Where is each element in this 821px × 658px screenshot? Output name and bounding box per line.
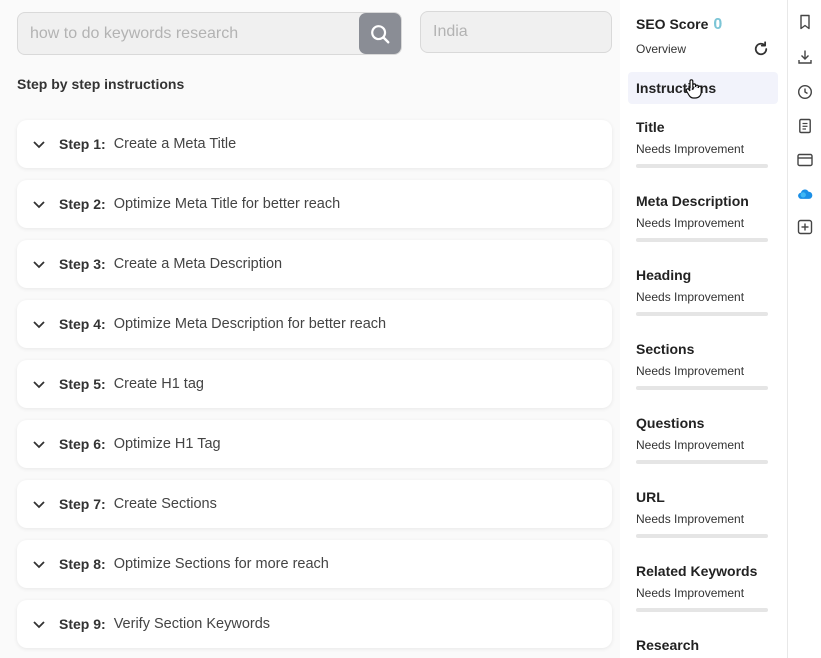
- category-meta-description[interactable]: Meta Description Needs Improvement: [636, 193, 770, 242]
- add-square-icon[interactable]: [797, 219, 813, 235]
- step-number: Step 6:: [59, 436, 106, 452]
- step-item-7[interactable]: Step 7: Create Sections: [17, 480, 612, 528]
- category-status: Needs Improvement: [636, 586, 745, 600]
- step-text: Optimize Meta Description for better rea…: [113, 316, 387, 332]
- category-name: Heading: [636, 267, 692, 283]
- step-text: Create a Meta Title: [113, 136, 237, 152]
- step-text: Optimize Sections for more reach: [113, 556, 329, 572]
- category-progress-bar: [636, 164, 768, 168]
- seo-score-label: SEO Score: [636, 16, 709, 32]
- step-item-4[interactable]: Step 4: Optimize Meta Description for be…: [17, 300, 612, 348]
- category-title[interactable]: Title Needs Improvement: [636, 119, 770, 168]
- step-number: Step 9:: [59, 616, 106, 632]
- category-progress-bar: [636, 608, 768, 612]
- step-text: Create Sections: [113, 496, 217, 512]
- bookmark-icon[interactable]: [797, 14, 813, 30]
- chevron-down-icon: [32, 257, 46, 271]
- category-url[interactable]: URL Needs Improvement: [636, 489, 770, 538]
- section-heading: Step by step instructions: [17, 76, 185, 92]
- category-progress-bar: [636, 460, 768, 464]
- refresh-icon[interactable]: [752, 40, 770, 58]
- country-input[interactable]: [421, 12, 611, 52]
- seo-score-value: 0: [713, 16, 723, 33]
- card-icon[interactable]: [797, 152, 813, 168]
- category-related-keywords[interactable]: Related Keywords Needs Improvement: [636, 563, 770, 612]
- chevron-down-icon: [32, 377, 46, 391]
- category-status: Needs Improvement: [636, 364, 745, 378]
- chevron-down-icon: [32, 497, 46, 511]
- category-status: Needs Improvement: [636, 290, 745, 304]
- category-name: Related Keywords: [636, 563, 758, 579]
- step-item-8[interactable]: Step 8: Optimize Sections for more reach: [17, 540, 612, 588]
- category-status: Needs Improvement: [636, 216, 745, 230]
- cloud-icon[interactable]: [797, 186, 813, 202]
- step-number: Step 7:: [59, 496, 106, 512]
- chevron-down-icon: [32, 137, 46, 151]
- chevron-down-icon: [32, 197, 46, 211]
- category-name: Title: [636, 119, 665, 135]
- category-name: URL: [636, 489, 665, 505]
- category-status: Needs Improvement: [636, 438, 745, 452]
- step-text: Verify Section Keywords: [113, 616, 271, 632]
- seo-score-title: SEO Score 0: [636, 16, 722, 34]
- step-text: Optimize H1 Tag: [113, 436, 221, 452]
- chevron-down-icon: [32, 557, 46, 571]
- category-name: Questions: [636, 415, 705, 431]
- category-progress-bar: [636, 534, 768, 538]
- category-sections[interactable]: Sections Needs Improvement: [636, 341, 770, 390]
- chevron-down-icon: [32, 437, 46, 451]
- history-icon[interactable]: [797, 84, 813, 100]
- step-text: Optimize Meta Title for better reach: [113, 196, 341, 212]
- step-item-5[interactable]: Step 5: Create H1 tag: [17, 360, 612, 408]
- step-item-2[interactable]: Step 2: Optimize Meta Title for better r…: [17, 180, 612, 228]
- category-name: Research: [636, 637, 700, 653]
- chevron-down-icon: [32, 317, 46, 331]
- side-rail: [788, 0, 821, 658]
- step-number: Step 2:: [59, 196, 106, 212]
- step-number: Step 3:: [59, 256, 106, 272]
- overview-link[interactable]: Overview: [636, 42, 686, 56]
- step-item-9[interactable]: Step 9: Verify Section Keywords: [17, 600, 612, 648]
- step-item-6[interactable]: Step 6: Optimize H1 Tag: [17, 420, 612, 468]
- main-content: Step by step instructions Step 1: Create…: [0, 0, 620, 658]
- step-number: Step 8:: [59, 556, 106, 572]
- hand-cursor-icon: [685, 79, 702, 99]
- step-number: Step 4:: [59, 316, 106, 332]
- step-number: Step 5:: [59, 376, 106, 392]
- search-input[interactable]: [18, 13, 358, 54]
- category-status: Needs Improvement: [636, 142, 745, 156]
- seo-panel: SEO Score 0 Overview Instructions Title N…: [620, 0, 788, 658]
- step-number: Step 1:: [59, 136, 106, 152]
- category-heading[interactable]: Heading Needs Improvement: [636, 267, 770, 316]
- search-button[interactable]: [359, 13, 401, 54]
- step-text: Create a Meta Description: [113, 256, 283, 272]
- category-research[interactable]: Research: [636, 637, 770, 653]
- download-icon[interactable]: [797, 49, 813, 65]
- category-progress-bar: [636, 386, 768, 390]
- step-item-3[interactable]: Step 3: Create a Meta Description: [17, 240, 612, 288]
- step-item-1[interactable]: Step 1: Create a Meta Title: [17, 120, 612, 168]
- document-icon[interactable]: [797, 118, 813, 134]
- search-bar: [17, 12, 402, 55]
- step-text: Create H1 tag: [113, 376, 204, 392]
- category-progress-bar: [636, 312, 768, 316]
- category-progress-bar: [636, 238, 768, 242]
- category-questions[interactable]: Questions Needs Improvement: [636, 415, 770, 464]
- search-icon: [371, 24, 390, 43]
- category-name: Meta Description: [636, 193, 749, 209]
- chevron-down-icon: [32, 617, 46, 631]
- category-status: Needs Improvement: [636, 512, 745, 526]
- country-field-wrap: [420, 11, 612, 53]
- category-name: Sections: [636, 341, 695, 357]
